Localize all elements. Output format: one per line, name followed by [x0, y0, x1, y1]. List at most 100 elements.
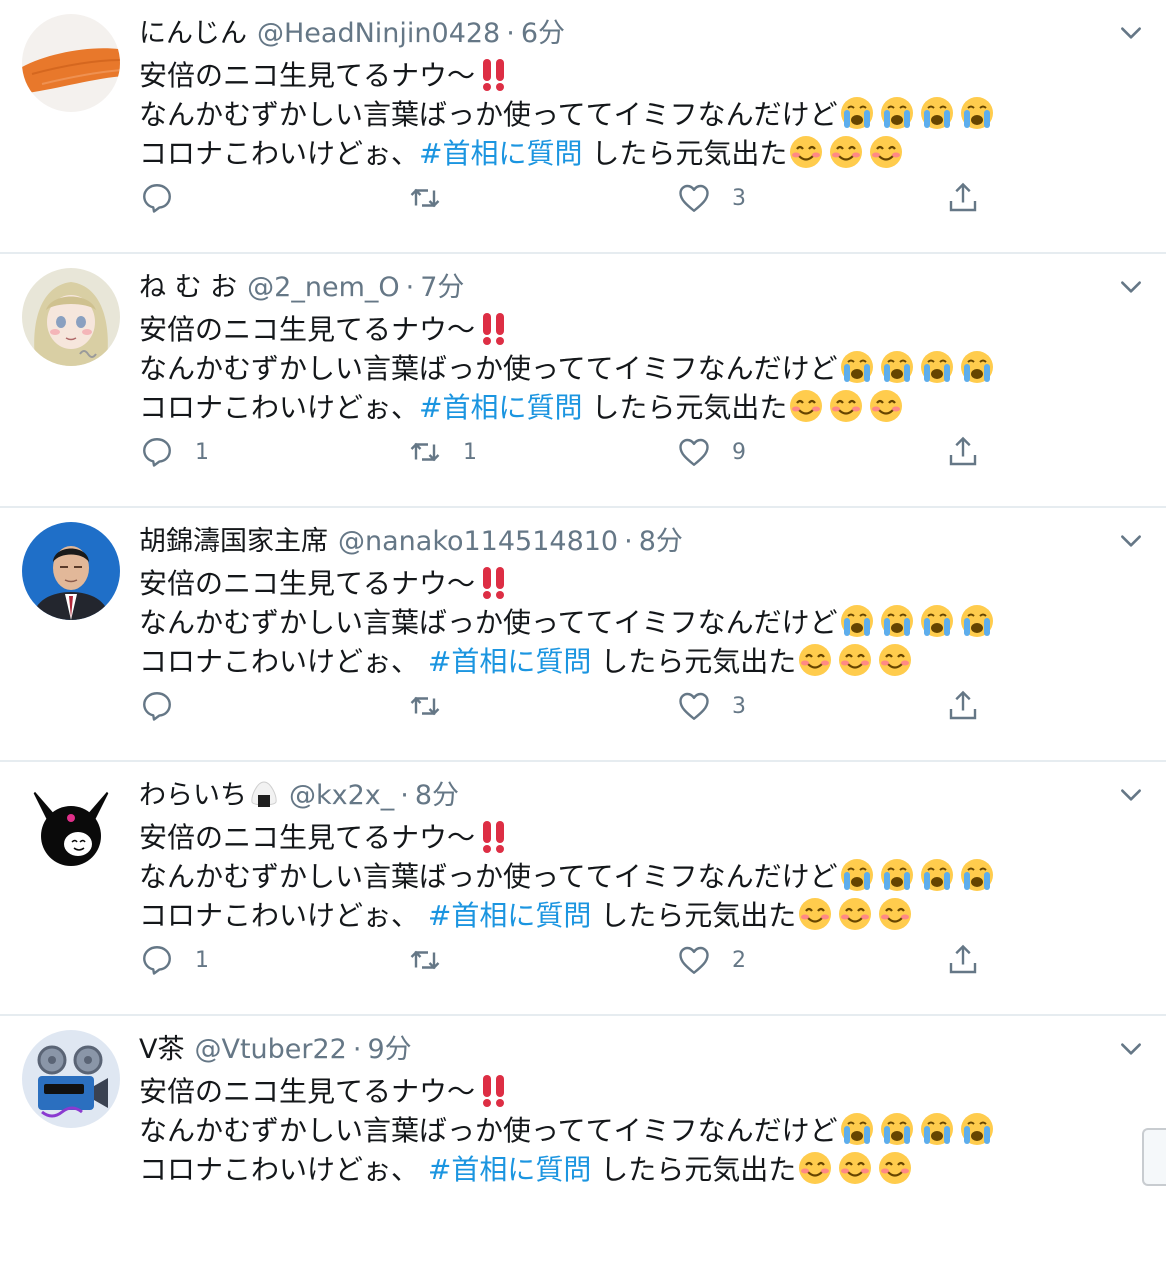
reply-icon	[143, 184, 171, 213]
tweet-line-3-prefix: コロナこわいけどぉ、	[139, 137, 420, 170]
smiling-face-icon	[790, 136, 823, 168]
share-icon	[949, 690, 977, 720]
tweet-text: 安倍のニコ生見てるナウ〜 なんかむずかしい言葉ばっか使っててイミフなんだけど コ…	[139, 564, 998, 681]
timestamp[interactable]: 8分	[415, 780, 459, 811]
chevron-down-icon[interactable]	[1118, 528, 1144, 554]
loudly-crying-face-icon	[880, 859, 913, 891]
smiling-face-icon	[879, 644, 912, 676]
tweet-line-2: なんかむずかしい言葉ばっか使っててイミフなんだけど	[139, 1114, 838, 1147]
portrait-avatar-icon	[22, 522, 120, 620]
like-button[interactable]: 2	[676, 938, 746, 982]
chevron-down-icon[interactable]	[1118, 20, 1144, 46]
loudly-crying-face-icon	[920, 605, 953, 637]
handle[interactable]: @2_nem_O	[247, 272, 399, 303]
hashtag-link[interactable]: #首相に質問	[419, 137, 582, 170]
tweet-text: 安倍のニコ生見てるナウ〜 なんかむずかしい言葉ばっか使っててイミフなんだけど コ…	[139, 1072, 998, 1189]
reply-icon	[143, 946, 171, 975]
retweet-button[interactable]	[407, 938, 463, 982]
retweet-icon	[410, 442, 440, 462]
tweet-line-1: 安倍のニコ生見てるナウ〜	[139, 59, 476, 92]
loudly-crying-face-icon	[960, 859, 993, 891]
reply-button[interactable]: 1	[139, 938, 209, 982]
loudly-crying-face-icon	[880, 1113, 913, 1145]
reply-button[interactable]: 1	[139, 430, 209, 474]
retweet-icon	[410, 188, 440, 208]
reply-button[interactable]	[139, 176, 195, 220]
loudly-crying-face-icon	[840, 1113, 873, 1145]
tweet-line-3-suffix: したら元気出た	[591, 137, 788, 170]
display-name[interactable]: V茶	[139, 1034, 184, 1065]
tweet[interactable]: わらいち @kx2x_ · 8分 安倍のニコ生見てるナウ〜 なんかむずかしい言葉ばっか…	[0, 762, 1166, 1016]
timestamp[interactable]: 9分	[367, 1034, 411, 1065]
separator: ·	[624, 526, 633, 557]
chevron-down-icon[interactable]	[1118, 782, 1144, 808]
display-name[interactable]: 胡錦濤国家主席	[139, 526, 328, 557]
scroll-handle[interactable]	[1142, 1128, 1166, 1186]
smiling-face-icon	[830, 390, 863, 422]
display-name[interactable]: わらいち	[139, 780, 247, 811]
handle[interactable]: @kx2x_	[289, 780, 394, 811]
smiling-face-icon	[799, 644, 832, 676]
smiling-face-icon	[830, 136, 863, 168]
retweet-button[interactable]: 1	[407, 430, 477, 474]
reply-count: 1	[195, 947, 209, 973]
tweet[interactable]: ね む お @2_nem_O · 7分 安倍のニコ生見てるナウ〜 なんかむずかしい言葉…	[0, 254, 1166, 508]
handle[interactable]: @Vtuber22	[194, 1034, 346, 1065]
tweet-text: 安倍のニコ生見てるナウ〜 なんかむずかしい言葉ばっか使っててイミフなんだけど コ…	[139, 56, 998, 173]
tweet-line-3-prefix: コロナこわいけどぉ、	[139, 645, 428, 678]
tweet-line-3-prefix: コロナこわいけどぉ、	[139, 391, 420, 424]
hashtag-link[interactable]: #首相に質問	[428, 1153, 591, 1186]
handle[interactable]: @nanako114514810	[338, 526, 618, 557]
loudly-crying-face-icon	[960, 605, 993, 637]
display-name[interactable]: ね む お	[139, 272, 237, 303]
handle[interactable]: @HeadNinjin0428	[257, 18, 500, 49]
avatar[interactable]	[22, 268, 120, 366]
loudly-crying-face-icon	[840, 97, 873, 129]
share-icon	[949, 182, 977, 212]
tweet-line-2: なんかむずかしい言葉ばっか使っててイミフなんだけど	[139, 352, 838, 385]
timestamp[interactable]: 6分	[521, 18, 565, 49]
share-button[interactable]	[945, 176, 981, 220]
hashtag-link[interactable]: #首相に質問	[428, 899, 591, 932]
tweet-line-3-suffix: したら元気出た	[600, 899, 797, 932]
reply-button[interactable]	[139, 684, 195, 728]
like-button[interactable]: 3	[676, 176, 746, 220]
smiling-face-icon	[839, 898, 872, 930]
avatar[interactable]	[22, 14, 120, 112]
heart-icon	[679, 438, 709, 466]
tweet[interactable]: V茶 @Vtuber22 · 9分 安倍のニコ生見てるナウ〜 なんかむずかしい言葉ばっ…	[0, 1016, 1166, 1270]
loudly-crying-face-icon	[920, 351, 953, 383]
double-exclamation-icon	[483, 313, 505, 345]
loudly-crying-face-icon	[840, 605, 873, 637]
heart-icon	[679, 946, 709, 974]
hashtag-link[interactable]: #首相に質問	[428, 645, 591, 678]
retweet-button[interactable]	[407, 176, 463, 220]
chevron-down-icon[interactable]	[1118, 1036, 1144, 1062]
avatar[interactable]	[22, 1030, 120, 1128]
hashtag-link[interactable]: #首相に質問	[419, 391, 582, 424]
tweet[interactable]: 胡錦濤国家主席 @nanako114514810 · 8分 安倍のニコ生見てるナウ〜 …	[0, 508, 1166, 762]
loudly-crying-face-icon	[840, 859, 873, 891]
share-button[interactable]	[945, 430, 981, 474]
chevron-down-icon[interactable]	[1118, 274, 1144, 300]
anime-girl-avatar-icon	[22, 268, 120, 366]
avatar[interactable]	[22, 776, 120, 874]
like-button[interactable]: 3	[676, 684, 746, 728]
timestamp[interactable]: 7分	[420, 272, 464, 303]
loudly-crying-face-icon	[920, 97, 953, 129]
display-name[interactable]: にんじん	[139, 18, 247, 49]
tweet-line-2: なんかむずかしい言葉ばっか使っててイミフなんだけど	[139, 606, 838, 639]
retweet-button[interactable]	[407, 684, 463, 728]
tweet[interactable]: にんじん @HeadNinjin0428 · 6分 安倍のニコ生見てるナウ〜 なんかむ…	[0, 0, 1166, 254]
avatar[interactable]	[22, 522, 120, 620]
share-icon	[949, 944, 977, 974]
share-button[interactable]	[945, 938, 981, 982]
tweet-line-1: 安倍のニコ生見てるナウ〜	[139, 567, 476, 600]
loudly-crying-face-icon	[880, 97, 913, 129]
like-button[interactable]: 9	[676, 430, 746, 474]
smiling-face-icon	[799, 898, 832, 930]
reply-icon	[143, 692, 171, 721]
share-button[interactable]	[945, 684, 981, 728]
smiling-face-icon	[879, 1152, 912, 1184]
timestamp[interactable]: 8分	[639, 526, 683, 557]
